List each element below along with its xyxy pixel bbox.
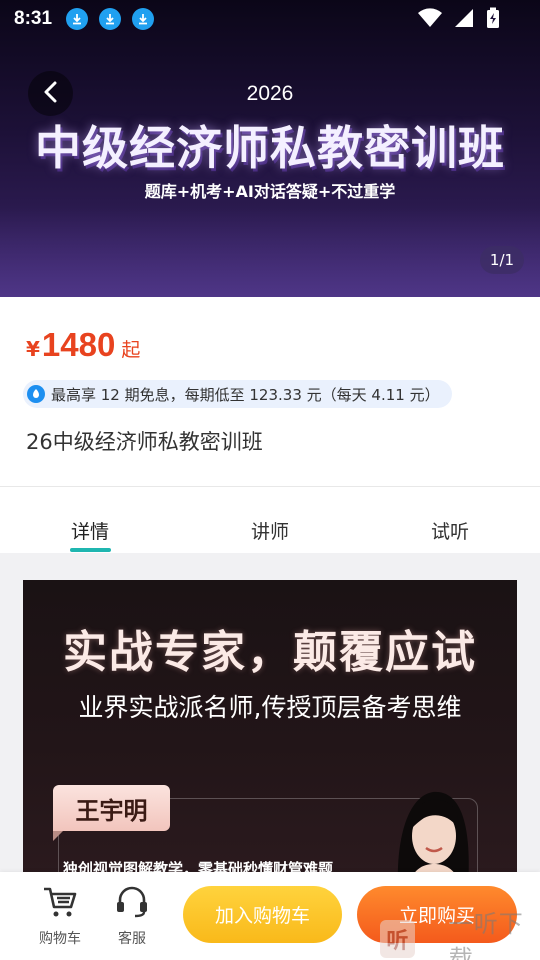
cart-button[interactable]: 购物车	[30, 886, 90, 948]
cart-label: 购物车	[39, 931, 81, 947]
cart-icon	[42, 886, 78, 922]
service-button[interactable]: 客服	[102, 886, 162, 948]
teacher-name-text: 王宇明	[75, 796, 148, 825]
banner-title: 中级经济师私教密训班	[35, 121, 505, 175]
product-name: 26中级经济师私教密训班	[26, 430, 263, 454]
tab-teacher[interactable]: 讲师	[210, 517, 330, 544]
detail-poster: 实战专家，颠覆应试 业界实战派名师,传授顶层备考思维 王宇明 独创视觉图解教学，…	[23, 580, 517, 880]
status-bar: 8:31	[0, 0, 540, 38]
installment-badge: 最高享 12 期免息，每期低至 123.33 元（每天 4.11 元）	[23, 380, 452, 408]
download-icon	[66, 8, 89, 30]
price-amount: 1480	[41, 326, 116, 363]
service-label: 客服	[118, 931, 146, 947]
teacher-photo	[368, 778, 488, 880]
download-icon	[99, 8, 122, 30]
tab-trial[interactable]: 试听	[390, 517, 510, 544]
download-icon	[132, 8, 155, 30]
app-watermark: 听 一听下载	[380, 910, 540, 960]
banner-page-counter: 1/1	[480, 246, 524, 274]
banner-subtitle: 题库+机考+AI对话答疑+不过重学	[144, 182, 396, 201]
add-to-cart-button[interactable]: 加入购物车	[183, 886, 342, 943]
teacher-name: 王宇明	[53, 785, 170, 841]
installment-text: 最高享 12 期免息，每期低至 123.33 元（每天 4.11 元）	[51, 385, 440, 404]
price: ¥ 1480 起	[26, 326, 140, 364]
banner-year: 2026	[246, 82, 294, 105]
chevron-left-icon	[41, 81, 61, 107]
tab-bar: 详情 讲师 试听	[0, 487, 540, 553]
price-currency: ¥	[26, 337, 40, 361]
poster-subline: 业界实战派名师,传授顶层备考思维	[78, 693, 462, 722]
signal-icon	[454, 8, 474, 32]
headset-icon	[115, 886, 149, 922]
status-time: 8:31	[14, 8, 53, 29]
tab-details[interactable]: 详情	[30, 517, 150, 544]
watermark-text: 一听下载	[448, 910, 524, 960]
price-suffix: 起	[121, 339, 141, 361]
poster-headline: 实战专家，颠覆应试	[63, 627, 477, 678]
watermark-logo: 听	[380, 920, 415, 958]
back-button[interactable]	[28, 71, 73, 116]
installment-icon	[27, 385, 45, 403]
battery-icon	[486, 7, 500, 33]
wifi-icon	[418, 8, 442, 32]
course-banner: 8:31 2026 中级经济师私教密训班 题库+机考+AI对话答疑+不过重学 1…	[0, 0, 540, 297]
active-tab-indicator	[70, 548, 111, 552]
